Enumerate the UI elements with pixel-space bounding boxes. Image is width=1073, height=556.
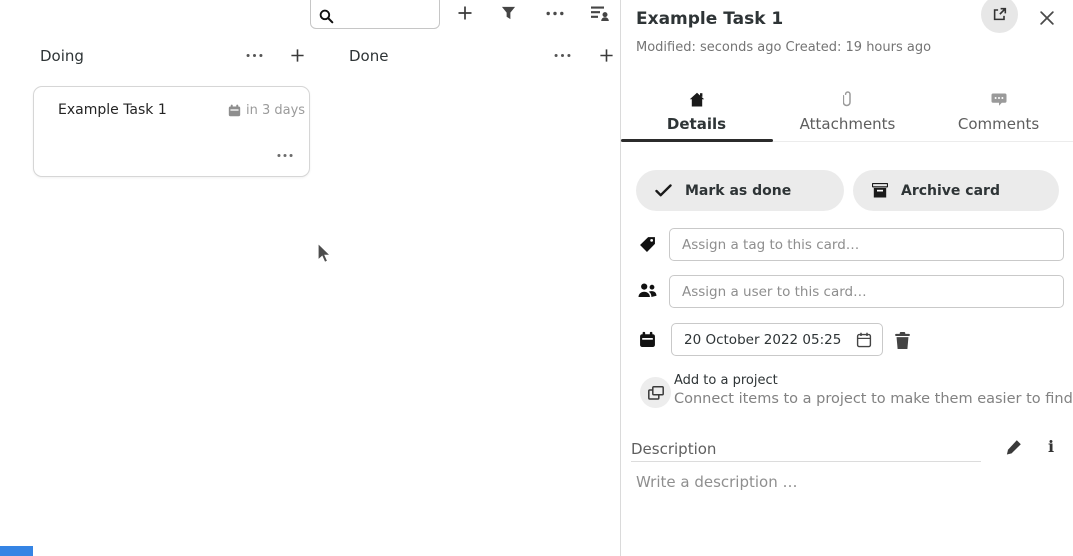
more-dots-icon	[546, 11, 564, 16]
calendar-icon	[639, 331, 656, 348]
filter-funnel-icon	[501, 6, 516, 20]
more-dots-icon	[246, 53, 263, 58]
description-info-button[interactable]: i	[1039, 433, 1063, 459]
calendar-icon	[228, 104, 241, 117]
archive-card-label: Archive card	[901, 183, 1000, 199]
doing-column-menu-button[interactable]	[241, 44, 267, 66]
tab-label: Attachments	[800, 115, 896, 133]
assignee-list-icon	[591, 6, 610, 21]
selection-highlight-artifact	[0, 546, 33, 556]
add-to-project-subtitle: Connect items to a project to make them …	[674, 391, 1073, 407]
board-menu-button[interactable]	[541, 0, 569, 26]
trash-icon	[895, 332, 910, 349]
due-date-value: 20 October 2022 05:25	[684, 332, 856, 348]
assign-user-input[interactable]	[669, 275, 1064, 308]
card-title: Example Task 1	[58, 102, 167, 118]
check-icon	[655, 184, 672, 197]
calendar-picker-icon[interactable]	[856, 332, 872, 348]
column-title-done: Done	[349, 47, 388, 65]
assignee-list-button[interactable]	[586, 0, 614, 26]
open-in-window-button[interactable]	[981, 0, 1018, 33]
add-card-button[interactable]	[451, 0, 479, 26]
tab-comments[interactable]: Comments	[923, 82, 1073, 141]
close-panel-button[interactable]	[1035, 6, 1059, 30]
plus-icon	[599, 48, 614, 63]
add-to-project-button[interactable]	[640, 377, 671, 408]
home-icon	[689, 92, 705, 107]
close-icon	[1040, 11, 1054, 25]
search-input[interactable]	[340, 4, 431, 24]
paperclip-icon	[843, 90, 853, 107]
archive-card-button[interactable]: Archive card	[853, 170, 1059, 211]
add-to-project-label[interactable]: Add to a project	[674, 373, 778, 388]
due-date-field[interactable]: 20 October 2022 05:25	[671, 323, 883, 356]
users-icon	[638, 282, 657, 298]
tab-attachments[interactable]: Attachments	[772, 82, 923, 141]
detail-tabs: Details Attachments Comments	[621, 82, 1073, 142]
search-icon	[319, 9, 334, 24]
edit-description-button[interactable]	[1001, 434, 1027, 460]
done-column-menu-button[interactable]	[549, 44, 575, 66]
tab-label: Details	[667, 115, 726, 133]
external-link-icon	[992, 7, 1007, 22]
more-dots-icon	[554, 53, 571, 58]
mark-as-done-label: Mark as done	[685, 183, 791, 199]
filter-button[interactable]	[494, 0, 522, 26]
tab-label: Comments	[958, 115, 1039, 133]
archive-icon	[872, 183, 888, 198]
tag-icon	[639, 236, 656, 253]
assign-tag-input[interactable]	[669, 228, 1064, 261]
panel-title: Example Task 1	[636, 9, 783, 29]
description-editor[interactable]: Write a description …	[636, 473, 1056, 543]
doing-column-add-button[interactable]	[284, 44, 310, 66]
column-title-doing: Doing	[40, 47, 84, 65]
card-detail-panel: Example Task 1 Modified: seconds ago Cre…	[620, 0, 1073, 556]
tab-details[interactable]: Details	[621, 82, 772, 141]
active-tab-indicator	[621, 139, 773, 142]
kanban-board: Doing Done Example Task 1 in 3 days	[0, 0, 620, 556]
more-dots-icon	[277, 153, 293, 158]
project-windows-icon	[648, 386, 664, 400]
pencil-icon	[1006, 439, 1022, 455]
plus-icon	[457, 5, 473, 21]
done-column-add-button[interactable]	[593, 44, 619, 66]
comment-icon	[991, 93, 1007, 107]
task-card[interactable]	[33, 86, 310, 177]
card-due-label: in 3 days	[246, 103, 305, 118]
search-box[interactable]	[310, 0, 440, 29]
description-label: Description	[631, 440, 716, 458]
card-menu-button[interactable]	[272, 146, 298, 164]
plus-icon	[290, 48, 305, 63]
mouse-cursor	[316, 242, 332, 266]
panel-meta: Modified: seconds ago Created: 19 hours …	[636, 40, 931, 55]
mark-as-done-button[interactable]: Mark as done	[636, 170, 844, 211]
remove-date-button[interactable]	[889, 327, 915, 353]
description-divider	[631, 461, 981, 462]
